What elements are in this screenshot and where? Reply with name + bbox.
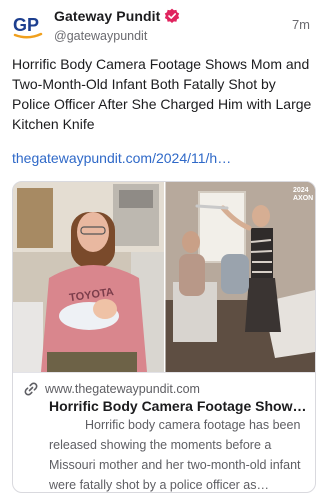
post-header: GP Gateway Pundit @gatewaypundit 7m — [12, 6, 314, 46]
card-image: TOYOTA 2024 AXON — [13, 182, 315, 372]
handle[interactable]: @gatewaypundit — [54, 29, 147, 43]
link-preview-card[interactable]: TOYOTA 2024 AXON www.thegatewaypundit.co… — [12, 181, 316, 493]
gateway-pundit-logo-icon: GP — [13, 15, 43, 39]
watermark-year: 2024 — [293, 187, 309, 194]
watermark-brand: AXON — [293, 195, 313, 202]
name-row: Gateway Pundit — [54, 8, 180, 24]
avatar[interactable]: GP — [12, 10, 44, 42]
card-domain-row: www.thegatewaypundit.com — [23, 381, 200, 397]
link-icon — [23, 381, 39, 397]
right-photo: 2024 AXON — [165, 182, 315, 372]
social-post[interactable]: GP Gateway Pundit @gatewaypundit 7m Horr… — [0, 0, 324, 500]
card-title[interactable]: Horrific Body Camera Footage Shows… — [49, 397, 307, 415]
display-name[interactable]: Gateway Pundit — [54, 8, 160, 24]
card-domain: www.thegatewaypundit.com — [45, 382, 200, 396]
card-divider — [13, 372, 315, 373]
timestamp: 7m — [291, 17, 310, 32]
svg-text:GP: GP — [13, 15, 39, 35]
left-photo: TOYOTA — [13, 182, 165, 372]
post-link[interactable]: thegatewaypundit.com/2024/11/h… — [12, 150, 231, 166]
verified-badge-icon — [164, 8, 180, 24]
card-description: Horrific body camera footage has been re… — [49, 418, 301, 492]
post-text: Horrific Body Camera Footage Shows Mom a… — [12, 56, 312, 132]
image-split-divider — [164, 182, 166, 372]
